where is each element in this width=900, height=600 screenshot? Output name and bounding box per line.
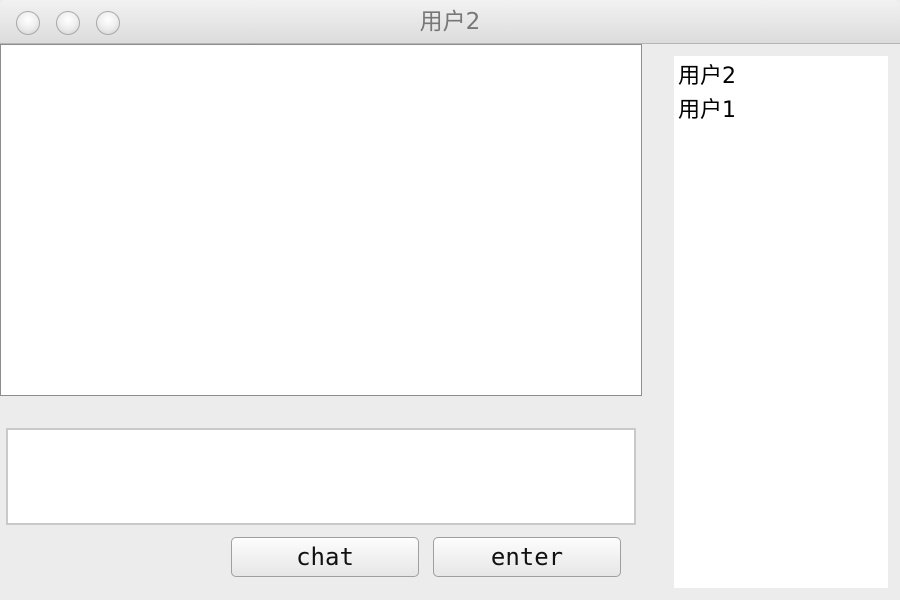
user-list-item[interactable]: 用户2 (678, 60, 888, 94)
chat-button[interactable]: chat (231, 537, 419, 577)
user-list-item[interactable]: 用户1 (678, 94, 888, 128)
window-title: 用户2 (419, 9, 481, 35)
enter-button[interactable]: enter (433, 537, 621, 577)
window-titlebar[interactable]: 用户2 (0, 0, 900, 44)
user-list[interactable]: 用户2 用户1 (674, 56, 888, 588)
message-input[interactable] (6, 428, 636, 525)
chat-history-area[interactable] (0, 44, 642, 396)
